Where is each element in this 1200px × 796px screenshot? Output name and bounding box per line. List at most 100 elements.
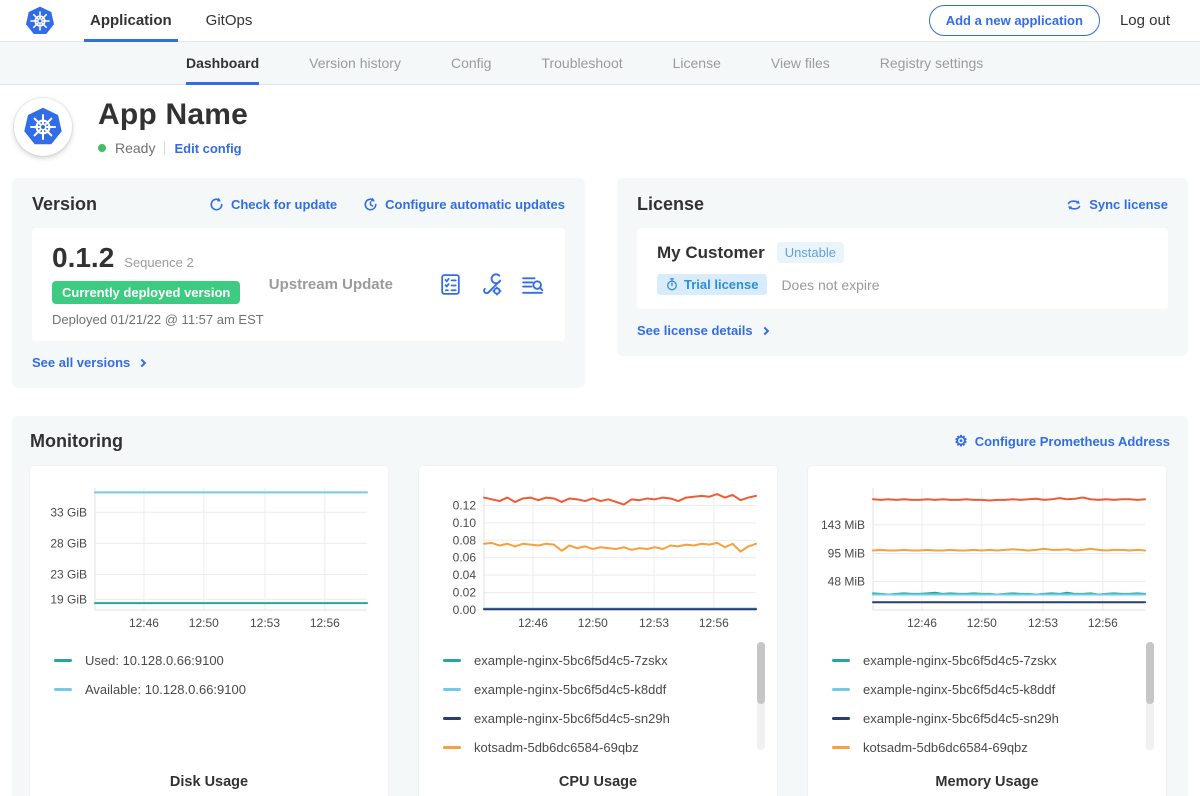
legend-item: example-nginx-5bc6f5d4c5-k8ddf <box>443 675 751 704</box>
tab-dashboard[interactable]: Dashboard <box>186 42 259 84</box>
legend-scrollbar-track[interactable] <box>757 642 765 750</box>
status-text: Ready <box>115 140 155 156</box>
edit-config-link[interactable]: Edit config <box>174 141 241 156</box>
monitoring-panel: Monitoring ⚙ Configure Prometheus Addres… <box>12 416 1188 796</box>
svg-text:19 GiB: 19 GiB <box>50 592 87 606</box>
svg-text:12:50: 12:50 <box>578 616 608 630</box>
config-wrench-icon[interactable] <box>479 272 504 297</box>
svg-text:23 GiB: 23 GiB <box>50 568 87 582</box>
sync-license-link[interactable]: Sync license <box>1066 197 1168 212</box>
chart-card-disk-usage: 19 GiB23 GiB28 GiB33 GiB12:4612:5012:531… <box>30 466 388 796</box>
chart-legend: example-nginx-5bc6f5d4c5-7zskx example-ng… <box>808 634 1166 762</box>
legend-label: kotsadm-5db6dc6584-69qbz <box>474 740 639 755</box>
monitoring-charts: 19 GiB 23 GiB 28 GiB 33 GiB 12:46 12:50 12:53 1… <box>30 466 1170 796</box>
svg-text:0.04: 0.04 <box>453 568 477 582</box>
svg-text:12:56: 12:56 <box>1088 616 1118 630</box>
logout-button[interactable]: Log out <box>1120 12 1170 29</box>
legend-label: example-nginx-5bc6f5d4c5-sn29h <box>863 711 1059 726</box>
legend-scrollbar-thumb[interactable] <box>757 642 765 704</box>
legend-label: example-nginx-5bc6f5d4c5-k8ddf <box>863 682 1055 697</box>
chart-legend: example-nginx-5bc6f5d4c5-7zskx example-ng… <box>419 634 777 762</box>
license-type-badge: Trial license <box>657 274 767 295</box>
legend-label: example-nginx-5bc6f5d4c5-7zskx <box>474 653 668 668</box>
legend-item: example-nginx-5bc6f5d4c5-k8ddf <box>832 675 1140 704</box>
svg-text:95 MiB: 95 MiB <box>828 546 865 560</box>
svg-text:12:46: 12:46 <box>129 616 159 630</box>
check-for-update-link[interactable]: Check for update <box>209 197 337 212</box>
configure-prometheus-link[interactable]: ⚙ Configure Prometheus Address <box>954 434 1170 449</box>
legend-scrollbar-thumb[interactable] <box>1146 642 1154 704</box>
svg-text:0.08: 0.08 <box>453 533 477 547</box>
legend-color-dash <box>832 688 850 691</box>
version-card: Version Check for update Configure au <box>12 178 585 388</box>
svg-text:48 MiB: 48 MiB <box>828 574 865 588</box>
legend-item: Available: 10.128.0.66:9100 <box>54 675 362 704</box>
deployed-timestamp: Deployed 01/21/22 @ 11:57 am EST <box>52 312 264 327</box>
legend-item: example-nginx-5bc6f5d4c5-7zskx <box>443 646 751 675</box>
legend-label: example-nginx-5bc6f5d4c5-7zskx <box>863 653 1057 668</box>
svg-text:28 GiB: 28 GiB <box>50 536 87 550</box>
topnav-tab-application[interactable]: Application <box>88 0 174 41</box>
gear-icon: ⚙ <box>954 434 967 449</box>
legend-item: example-nginx-5bc6f5d4c5-sn29h <box>443 704 751 733</box>
legend-item: Used: 10.128.0.66:9100 <box>54 646 362 675</box>
legend-label: example-nginx-5bc6f5d4c5-sn29h <box>474 711 670 726</box>
svg-text:12:50: 12:50 <box>967 616 997 630</box>
version-source: Upstream Update <box>269 276 393 293</box>
disk-usage-chart: 19 GiB23 GiB28 GiB33 GiB12:4612:5012:531… <box>39 478 379 634</box>
auto-update-clock-icon <box>363 197 378 212</box>
chart-title: CPU Usage <box>419 774 777 790</box>
version-card-title: Version <box>32 194 97 215</box>
tab-registry-settings[interactable]: Registry settings <box>880 42 983 84</box>
chart-card-cpu-usage: 0.000.020.040.060.080.100.1212:4612:5012… <box>419 466 777 796</box>
legend-color-dash <box>443 746 461 749</box>
version-sequence: Sequence 2 <box>124 255 193 270</box>
preflight-checks-icon[interactable] <box>438 272 463 297</box>
legend-color-dash <box>54 688 72 691</box>
svg-text:33 GiB: 33 GiB <box>50 505 87 519</box>
configure-automatic-updates-link[interactable]: Configure automatic updates <box>363 197 565 212</box>
legend-item: example-nginx-5bc6f5d4c5-7zskx <box>832 646 1140 675</box>
memory-usage-chart: 48 MiB95 MiB143 MiB12:4612:5012:5312:56 <box>817 478 1157 634</box>
cpu-usage-chart: 0.000.020.040.060.080.100.1212:4612:5012… <box>428 478 768 634</box>
legend-label: Used: 10.128.0.66:9100 <box>85 653 224 668</box>
channel-badge: Unstable <box>777 242 844 263</box>
customer-name: My Customer <box>657 243 765 263</box>
status-dot <box>98 144 106 152</box>
legend-color-dash <box>832 746 850 749</box>
svg-text:0.00: 0.00 <box>453 603 477 617</box>
app-avatar <box>14 98 72 156</box>
legend-scrollbar-track[interactable] <box>1146 642 1154 750</box>
tab-view-files[interactable]: View files <box>771 42 830 84</box>
svg-text:12:46: 12:46 <box>518 616 548 630</box>
legend-color-dash <box>443 688 461 691</box>
svg-text:0.06: 0.06 <box>453 551 477 565</box>
view-logs-icon[interactable] <box>520 272 545 297</box>
legend-label: kotsadm-5db6dc6584-69qbz <box>863 740 1028 755</box>
svg-text:0.12: 0.12 <box>453 498 477 512</box>
license-expiry: Does not expire <box>781 277 879 293</box>
deployed-version-badge: Currently deployed version <box>52 281 240 304</box>
kubernetes-app-icon <box>23 107 63 147</box>
svg-text:143 MiB: 143 MiB <box>821 518 865 532</box>
sync-arrows-icon <box>1066 198 1082 212</box>
legend-label: example-nginx-5bc6f5d4c5-k8ddf <box>474 682 666 697</box>
chevron-right-icon <box>138 358 146 366</box>
see-all-versions-link[interactable]: See all versions <box>32 355 145 370</box>
tab-license[interactable]: License <box>673 42 721 84</box>
tab-troubleshoot[interactable]: Troubleshoot <box>541 42 622 84</box>
monitoring-title: Monitoring <box>30 431 123 452</box>
svg-text:12:56: 12:56 <box>699 616 729 630</box>
legend-label: Available: 10.128.0.66:9100 <box>85 682 246 697</box>
legend-item: kotsadm-5db6dc6584-69qbz <box>832 733 1140 762</box>
add-application-button[interactable]: Add a new application <box>929 5 1100 36</box>
tab-version-history[interactable]: Version history <box>309 42 401 84</box>
legend-color-dash <box>54 659 72 662</box>
svg-text:12:50: 12:50 <box>189 616 219 630</box>
see-license-details-link[interactable]: See license details <box>637 323 768 338</box>
legend-color-dash <box>443 717 461 720</box>
topnav-tab-gitops[interactable]: GitOps <box>204 0 255 41</box>
svg-text:12:46: 12:46 <box>907 616 937 630</box>
svg-text:12:53: 12:53 <box>250 616 280 630</box>
tab-config[interactable]: Config <box>451 42 491 84</box>
